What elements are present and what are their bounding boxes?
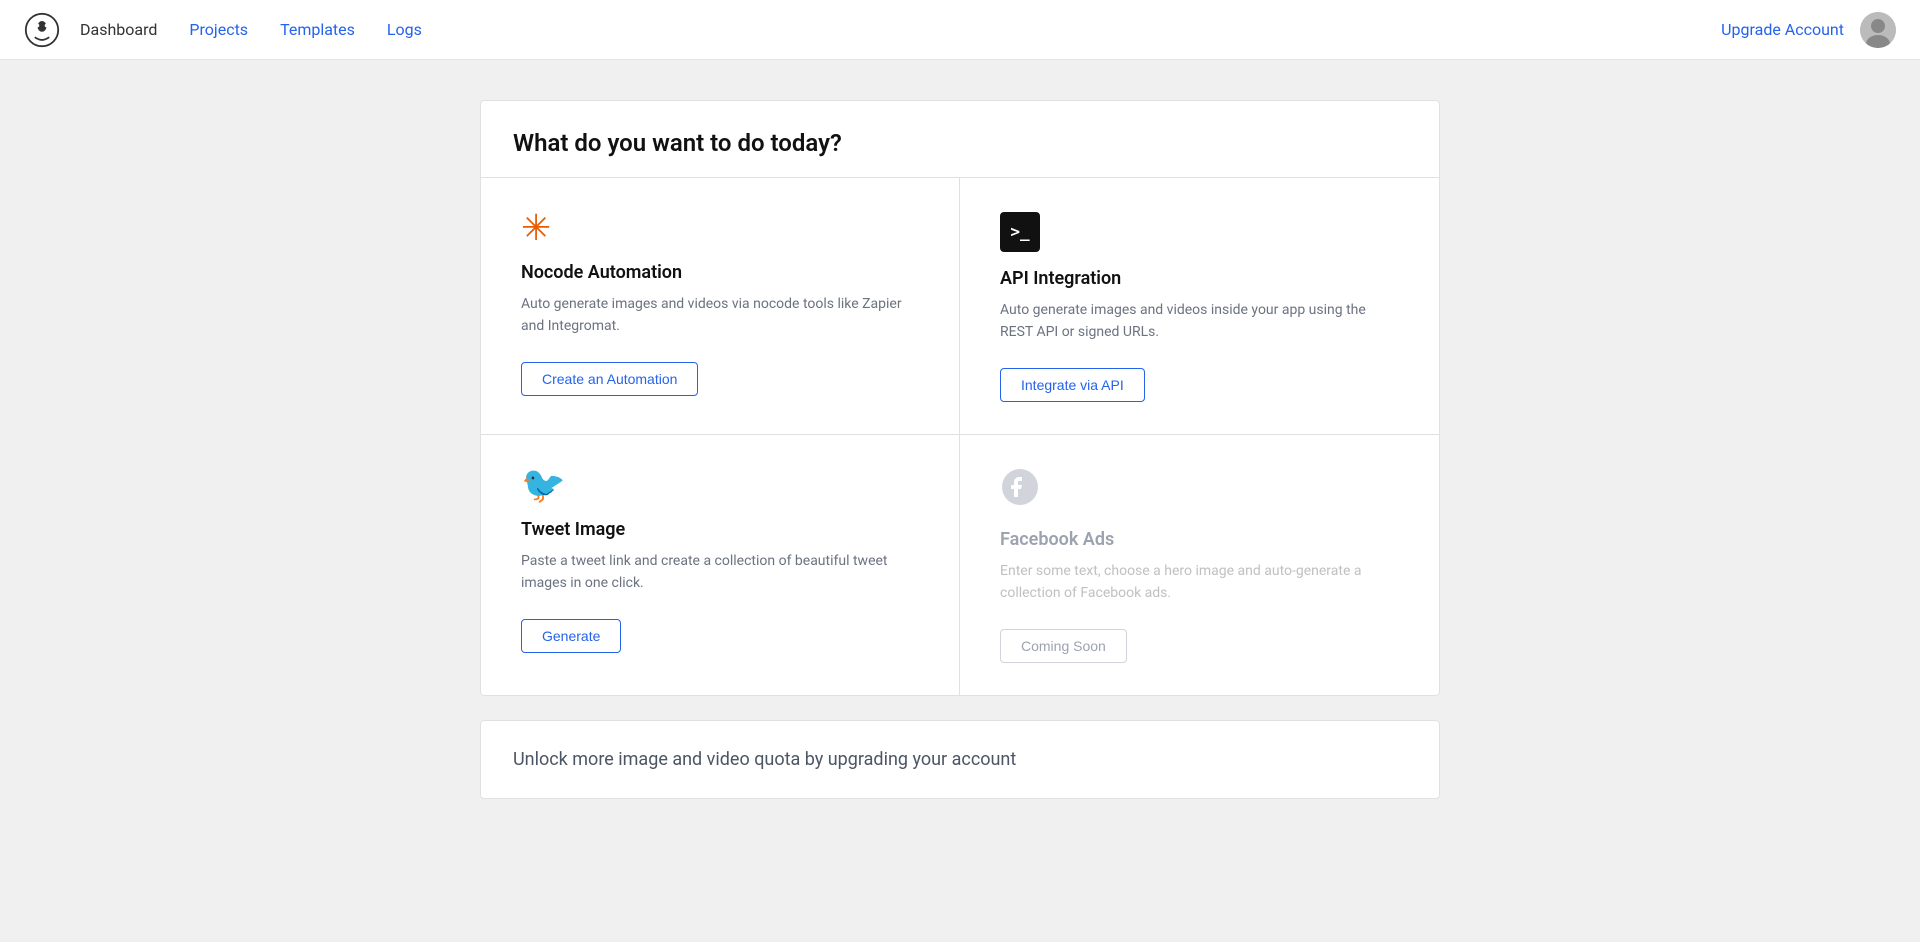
card-title: What do you want to do today? xyxy=(481,101,1439,178)
facebook-title: Facebook Ads xyxy=(1000,529,1399,550)
main-content: What do you want to do today? ✳ Nocode A… xyxy=(0,60,1920,839)
create-automation-button[interactable]: Create an Automation xyxy=(521,362,698,396)
twitter-icon: 🐦 xyxy=(521,467,919,503)
facebook-cell: Facebook Ads Enter some text, choose a h… xyxy=(960,435,1439,695)
bottom-card-text: Unlock more image and video quota by upg… xyxy=(513,749,1407,770)
api-desc: Auto generate images and videos inside y… xyxy=(1000,299,1399,344)
nocode-cell: ✳ Nocode Automation Auto generate images… xyxy=(481,178,960,435)
facebook-icon xyxy=(1000,467,1399,513)
terminal-icon: >_ xyxy=(1000,210,1399,252)
tweet-desc: Paste a tweet link and create a collecti… xyxy=(521,550,919,595)
api-cell: >_ API Integration Auto generate images … xyxy=(960,178,1439,435)
nocode-asterisk-icon: ✳ xyxy=(521,210,919,246)
options-grid: ✳ Nocode Automation Auto generate images… xyxy=(481,178,1439,695)
api-title: API Integration xyxy=(1000,268,1399,289)
nocode-desc: Auto generate images and videos via noco… xyxy=(521,293,919,338)
facebook-desc: Enter some text, choose a hero image and… xyxy=(1000,560,1399,605)
nav-projects[interactable]: Projects xyxy=(189,20,248,39)
main-card: What do you want to do today? ✳ Nocode A… xyxy=(480,100,1440,696)
header: Dashboard Projects Templates Logs Upgrad… xyxy=(0,0,1920,60)
integrate-api-button[interactable]: Integrate via API xyxy=(1000,368,1145,402)
logo xyxy=(24,12,60,48)
upgrade-account-link[interactable]: Upgrade Account xyxy=(1721,20,1844,39)
bottom-card: Unlock more image and video quota by upg… xyxy=(480,720,1440,799)
avatar[interactable] xyxy=(1860,12,1896,48)
nocode-title: Nocode Automation xyxy=(521,262,919,283)
tweet-title: Tweet Image xyxy=(521,519,919,540)
tweet-cell: 🐦 Tweet Image Paste a tweet link and cre… xyxy=(481,435,960,695)
nav-logs[interactable]: Logs xyxy=(387,20,422,39)
nav-templates[interactable]: Templates xyxy=(280,20,355,39)
nav-dashboard[interactable]: Dashboard xyxy=(80,20,157,39)
nav-right: Upgrade Account xyxy=(1721,12,1896,48)
generate-button[interactable]: Generate xyxy=(521,619,621,653)
nav-links: Dashboard Projects Templates Logs xyxy=(80,20,422,39)
coming-soon-button: Coming Soon xyxy=(1000,629,1127,663)
